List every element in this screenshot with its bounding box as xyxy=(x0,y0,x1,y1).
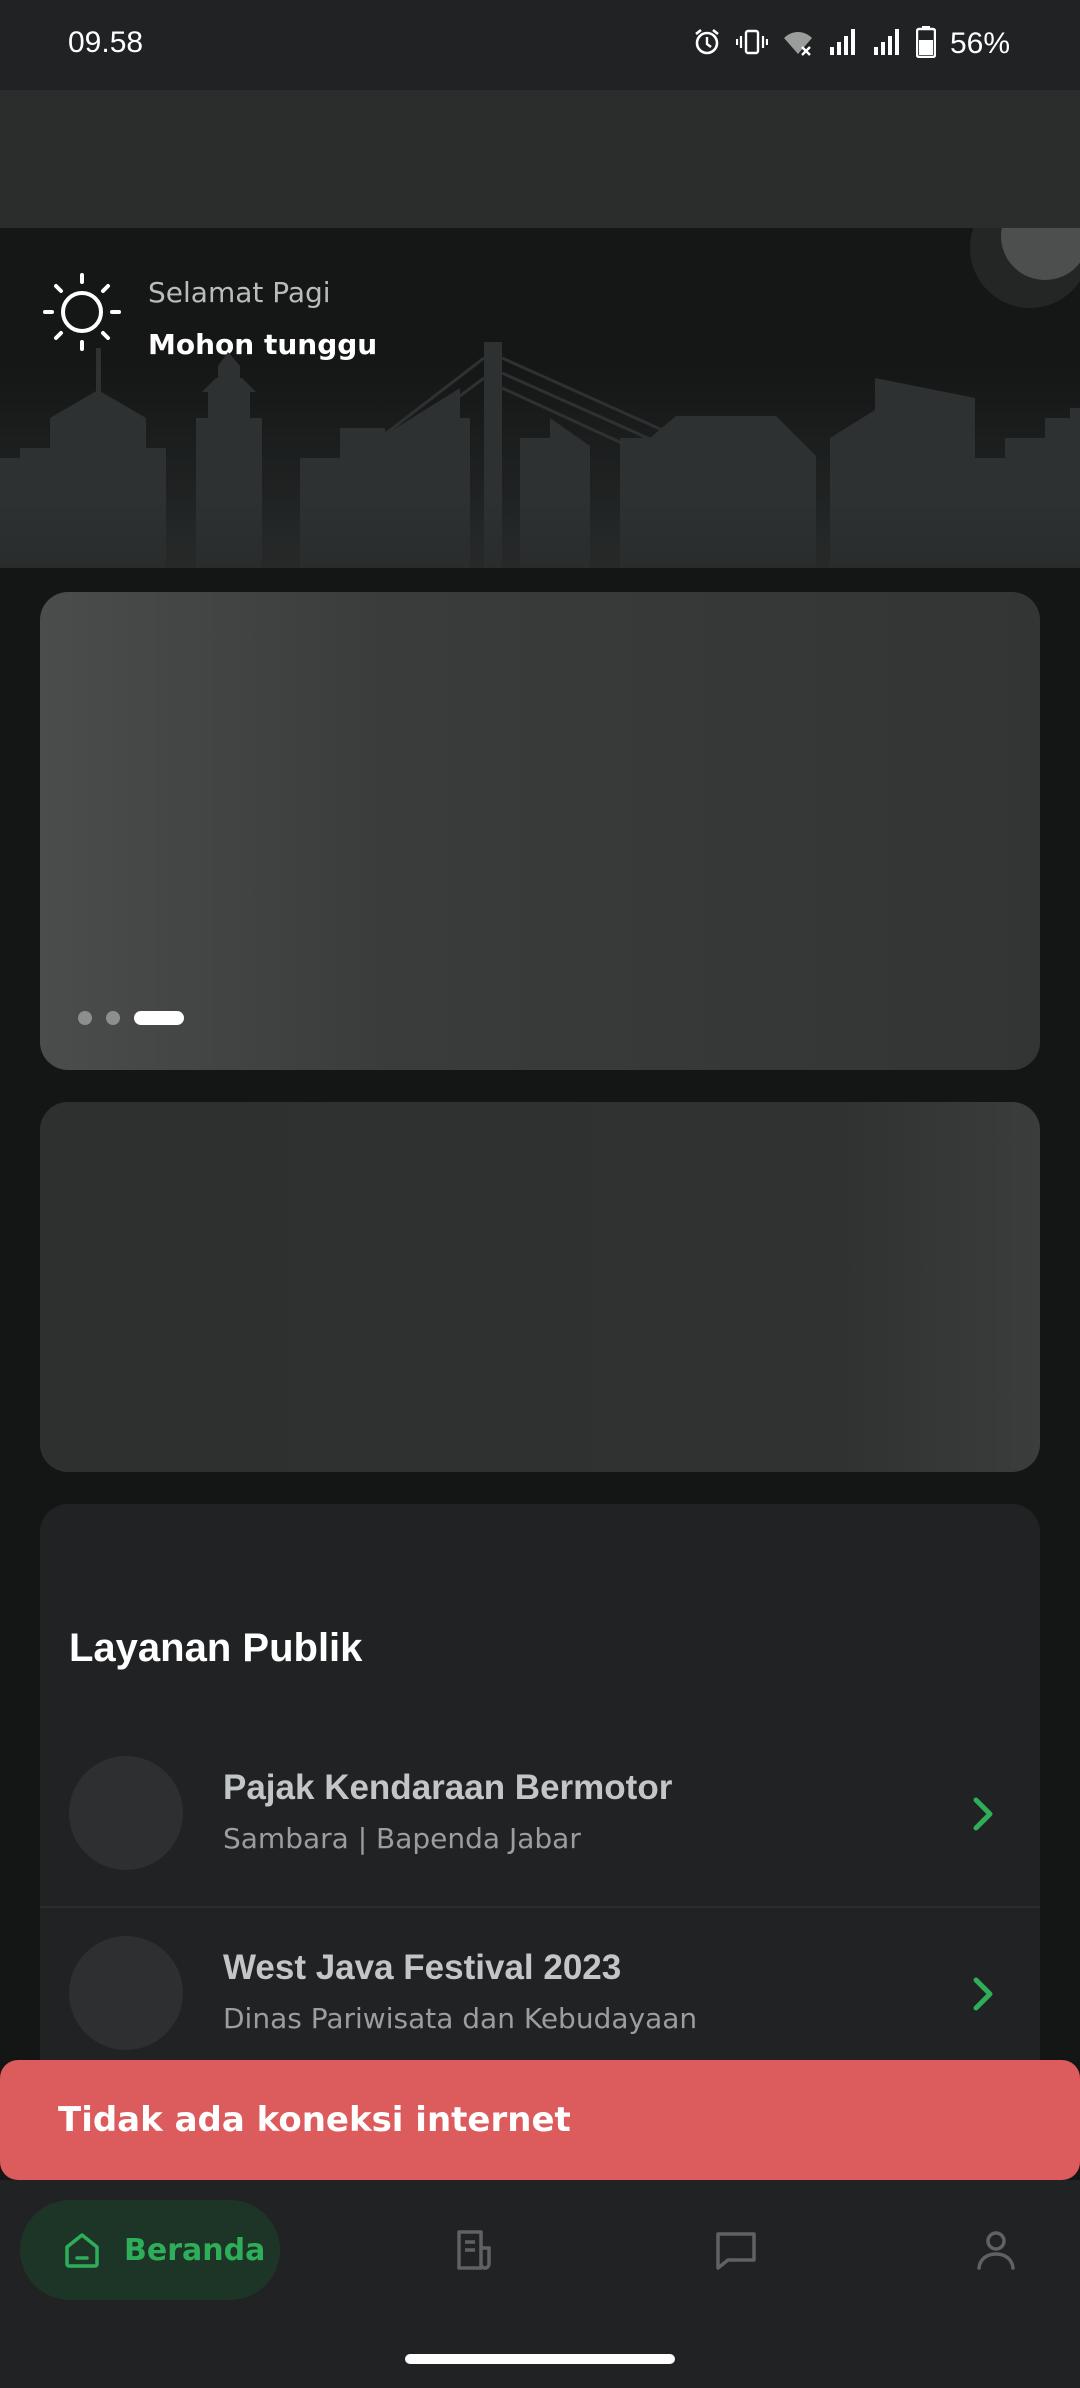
status-bar: 09.58 56% xyxy=(0,0,1080,90)
nav-item-home[interactable]: Beranda xyxy=(20,2200,280,2300)
signal-icon xyxy=(828,27,858,62)
service-thumbnail xyxy=(69,1936,183,2050)
service-thumbnail xyxy=(69,1756,183,1870)
app-header xyxy=(0,90,1080,228)
pager-dot xyxy=(78,1011,92,1025)
signal-icon xyxy=(872,27,902,62)
carousel-pager xyxy=(78,1011,184,1025)
avatar[interactable] xyxy=(970,228,1080,308)
chevron-right-icon xyxy=(973,1797,993,1831)
snackbar-message: Tidak ada koneksi internet xyxy=(58,2100,571,2140)
vibrate-icon xyxy=(735,27,769,62)
service-item[interactable]: Pajak Kendaraan Bermotor Sambara | Bapen… xyxy=(40,1728,1040,1908)
battery-icon xyxy=(915,25,937,63)
chat-icon[interactable] xyxy=(714,2228,758,2272)
no-connection-snackbar: Tidak ada koneksi internet xyxy=(0,2060,1080,2180)
service-title: Pajak Kendaraan Bermotor xyxy=(223,1768,673,1807)
section-title: Layanan Publik xyxy=(69,1626,363,1670)
service-item[interactable]: West Java Festival 2023 Dinas Pariwisata… xyxy=(40,1908,1040,2064)
promo-card-placeholder[interactable] xyxy=(40,1102,1040,1472)
chevron-right-icon xyxy=(973,1977,993,2011)
home-icon xyxy=(65,2233,99,2268)
nav-item-label: Beranda xyxy=(124,2232,266,2268)
alarm-icon xyxy=(692,27,722,62)
service-subtitle: Sambara | Bapenda Jabar xyxy=(223,1822,581,1855)
status-icons: 56% xyxy=(692,24,1010,64)
city-skyline-illustration xyxy=(0,342,1080,568)
profile-icon[interactable] xyxy=(974,2228,1018,2272)
document-icon[interactable] xyxy=(454,2228,494,2272)
banner-carousel[interactable] xyxy=(40,592,1040,1070)
greeting-area: Selamat Pagi Mohon tunggu xyxy=(0,228,1080,568)
pager-dot-active xyxy=(134,1011,184,1025)
battery-percentage: 56% xyxy=(949,27,1010,60)
service-subtitle: Dinas Pariwisata dan Kebudayaan xyxy=(223,2002,698,2035)
status-time: 09.58 xyxy=(68,26,144,59)
home-indicator[interactable] xyxy=(405,2354,675,2364)
wifi-off-icon xyxy=(782,27,814,62)
public-services-section: Layanan Publik Pajak Kendaraan Bermotor … xyxy=(40,1504,1040,2064)
greeting-subtitle: Selamat Pagi xyxy=(148,276,331,309)
pager-dot xyxy=(106,1011,120,1025)
service-title: West Java Festival 2023 xyxy=(223,1948,622,1987)
